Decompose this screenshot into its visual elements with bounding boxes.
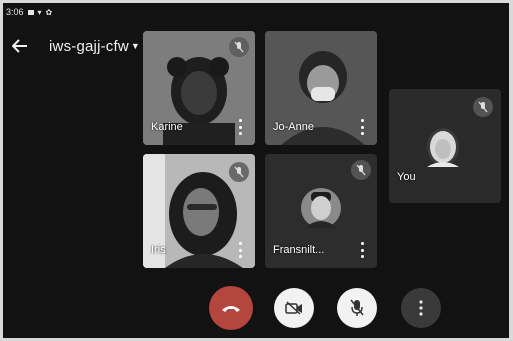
mic-off-icon (351, 160, 371, 180)
participant-name: You (397, 171, 416, 183)
caret-down-icon[interactable]: ▼ (131, 41, 140, 51)
participant-tile[interactable]: Fransnilt... (265, 154, 377, 268)
arrow-left-icon (12, 39, 27, 53)
more-options-button[interactable] (235, 242, 245, 258)
end-call-button[interactable] (209, 286, 253, 330)
status-time: 3:06 (6, 7, 24, 17)
camera-off-icon (285, 301, 302, 315)
more-vertical-icon (419, 300, 423, 316)
camera-toggle-button[interactable] (274, 288, 314, 328)
top-bar: iws-gajj-cfw ▼ (3, 31, 140, 61)
participant-name: Fransnilt... (273, 244, 325, 256)
more-options-button[interactable] (235, 119, 245, 135)
participant-tile[interactable]: Jo-Anne (265, 31, 377, 145)
mic-off-icon (229, 37, 249, 57)
more-options-button[interactable] (357, 242, 367, 258)
meeting-screen: 3:06 ▾ ✿ iws-gajj-cfw ▼ Karine Jo-Anne I… (3, 3, 509, 338)
back-button[interactable] (5, 31, 35, 61)
notification-icon (27, 9, 34, 15)
hangup-icon (222, 306, 240, 312)
self-view-tile[interactable]: You (389, 89, 501, 203)
mic-off-icon (350, 299, 364, 316)
self-avatar (427, 128, 459, 167)
status-bar: 3:06 ▾ ✿ (6, 5, 52, 19)
mic-toggle-button[interactable] (337, 288, 377, 328)
signal-icon: ▾ (37, 7, 42, 17)
mic-off-icon (473, 97, 493, 117)
participant-tile[interactable]: Iris (143, 154, 255, 268)
more-options-button[interactable] (401, 288, 441, 328)
participant-tile[interactable]: Karine (143, 31, 255, 145)
mic-off-icon (229, 162, 249, 182)
participant-name: Iris (151, 244, 166, 256)
participant-avatar (301, 188, 341, 228)
settings-icon: ✿ (45, 7, 53, 17)
more-options-button[interactable] (357, 119, 367, 135)
meeting-code[interactable]: iws-gajj-cfw (49, 38, 129, 55)
participant-name: Jo-Anne (273, 121, 314, 133)
participant-name: Karine (151, 121, 183, 133)
